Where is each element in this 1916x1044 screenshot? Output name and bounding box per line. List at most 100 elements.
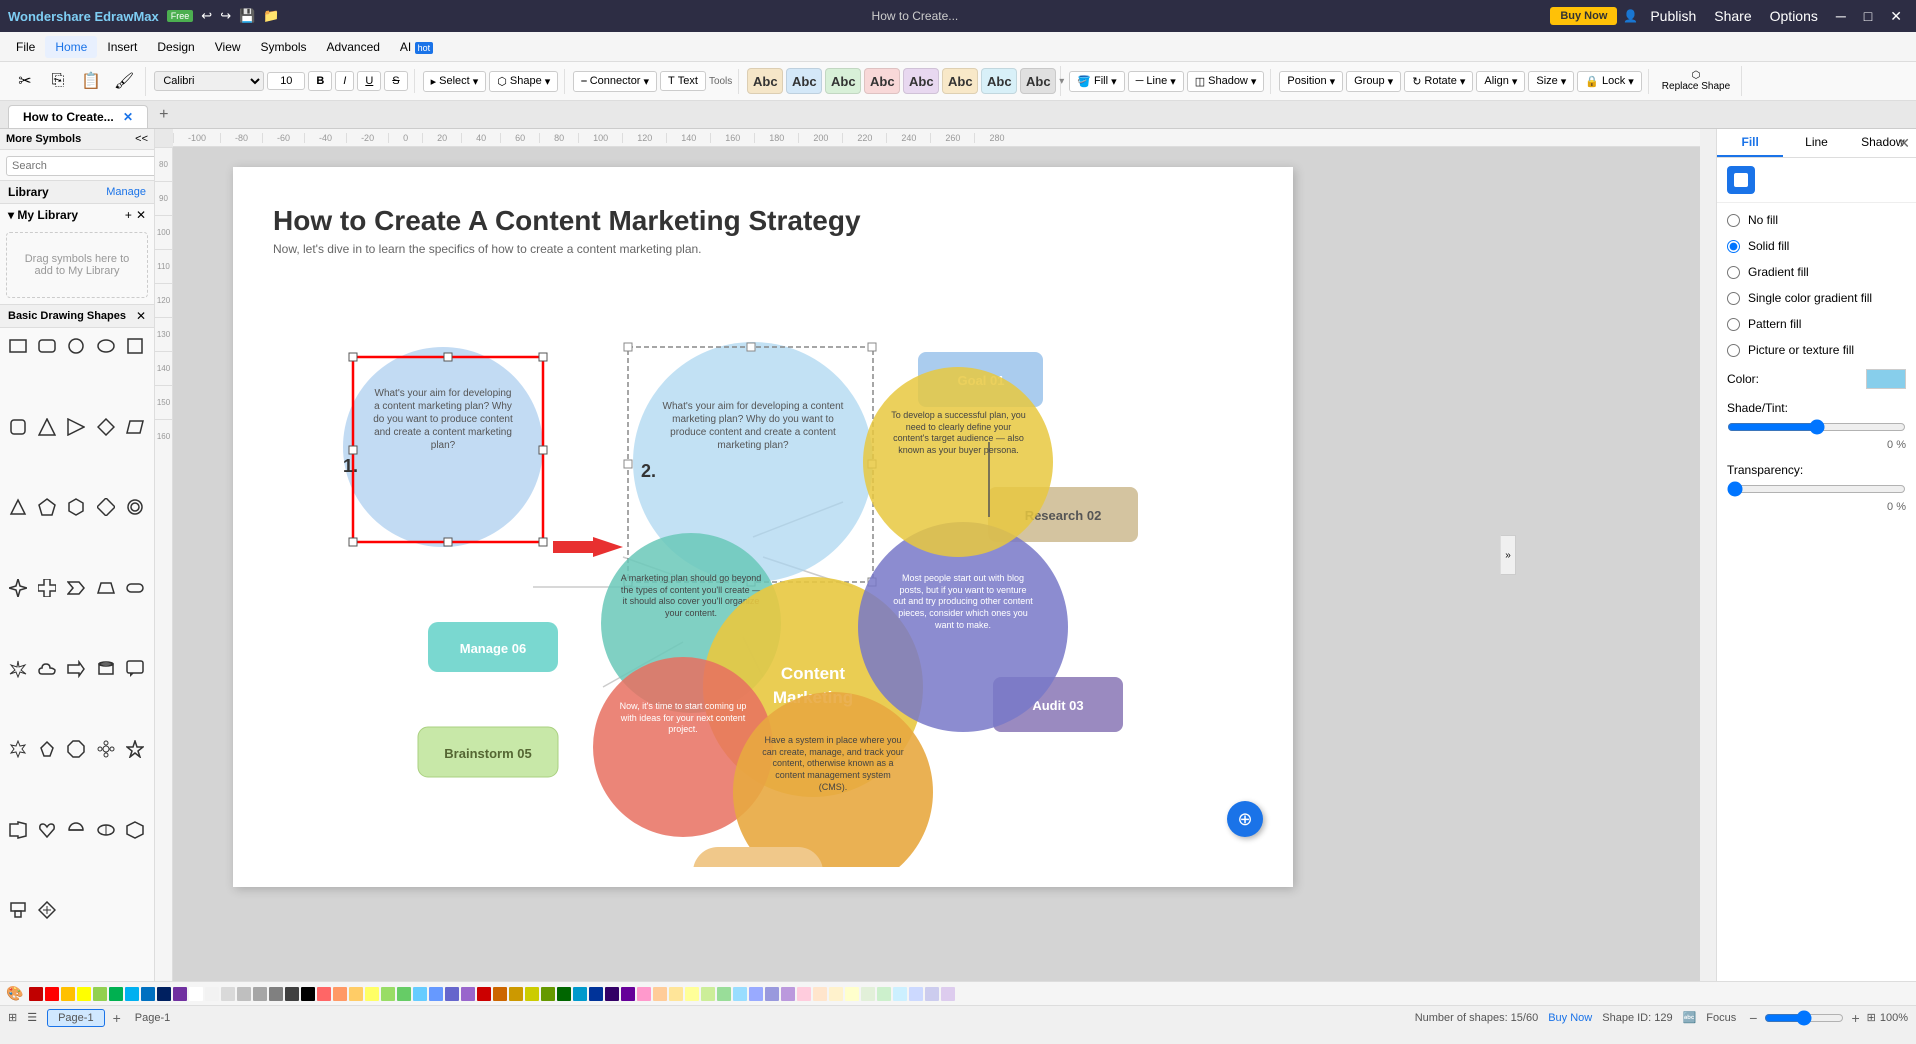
color-swatch[interactable] xyxy=(237,987,251,1001)
shape-triangle-right[interactable] xyxy=(64,415,88,439)
shape-more2[interactable] xyxy=(123,818,147,842)
shape-arrow-right[interactable] xyxy=(64,657,88,681)
position-button[interactable]: Position▾ xyxy=(1279,71,1343,92)
color-swatch[interactable] xyxy=(765,987,779,1001)
color-swatch[interactable] xyxy=(173,987,187,1001)
shape-star6[interactable] xyxy=(6,737,30,761)
canvas[interactable]: How to Create A Content Marketing Strate… xyxy=(173,147,1700,981)
color-swatch[interactable] xyxy=(797,987,811,1001)
color-swatch[interactable] xyxy=(509,987,523,1001)
color-swatch[interactable] xyxy=(205,987,219,1001)
color-picker[interactable] xyxy=(1866,369,1906,389)
style-swatch-6[interactable]: Abc xyxy=(942,68,978,94)
shape-more1[interactable] xyxy=(94,818,118,842)
tab-close-icon[interactable]: ✕ xyxy=(123,110,133,124)
color-swatch[interactable] xyxy=(157,987,171,1001)
color-picker-icon[interactable]: 🎨 xyxy=(6,985,23,1002)
color-swatch[interactable] xyxy=(525,987,539,1001)
shape-square[interactable] xyxy=(123,334,147,358)
color-swatch[interactable] xyxy=(941,987,955,1001)
color-swatch[interactable] xyxy=(733,987,747,1001)
no-fill-radio[interactable] xyxy=(1727,214,1740,227)
color-swatch[interactable] xyxy=(541,987,555,1001)
shape-bottom-row2[interactable] xyxy=(35,898,59,922)
picture-fill-radio[interactable] xyxy=(1727,344,1740,357)
transparency-slider[interactable] xyxy=(1727,481,1906,497)
fill-button[interactable]: 🪣 Fill ▾ xyxy=(1069,71,1124,92)
float-action-button[interactable]: ⊕ xyxy=(1227,801,1263,837)
select-button[interactable]: ▸ Select ▾ xyxy=(423,71,487,92)
shape-hexagon[interactable] xyxy=(64,495,88,519)
buy-now-status-link[interactable]: Buy Now xyxy=(1548,1012,1592,1024)
color-swatch[interactable] xyxy=(365,987,379,1001)
color-swatch[interactable] xyxy=(397,987,411,1001)
style-swatch-1[interactable]: Abc xyxy=(747,68,783,94)
color-swatch[interactable] xyxy=(45,987,59,1001)
color-swatch[interactable] xyxy=(925,987,939,1001)
color-swatch[interactable] xyxy=(301,987,315,1001)
color-swatch[interactable] xyxy=(637,987,651,1001)
toggle-panel-icon[interactable]: ⊞ xyxy=(8,1011,17,1024)
manage-link[interactable]: Manage xyxy=(106,186,146,198)
replace-shape-button[interactable]: ⬡ Replace Shape xyxy=(1657,68,1735,94)
shape-cloud[interactable] xyxy=(35,657,59,681)
color-swatch[interactable] xyxy=(669,987,683,1001)
menu-symbols[interactable]: Symbols xyxy=(251,36,317,58)
redo-btn[interactable]: ↪ xyxy=(220,8,231,24)
shape-circle[interactable] xyxy=(64,334,88,358)
shape-half-circle[interactable] xyxy=(64,818,88,842)
menu-advanced[interactable]: Advanced xyxy=(317,36,390,58)
style-swatch-4[interactable]: Abc xyxy=(864,68,900,94)
color-swatch[interactable] xyxy=(413,987,427,1001)
color-swatch[interactable] xyxy=(861,987,875,1001)
color-swatch[interactable] xyxy=(285,987,299,1001)
right-panel-close-icon[interactable]: ✕ xyxy=(1898,135,1910,152)
shape-pentagon2[interactable] xyxy=(35,737,59,761)
spell-icon[interactable]: 🔤 xyxy=(1683,1011,1697,1024)
color-swatch[interactable] xyxy=(877,987,891,1001)
color-swatch[interactable] xyxy=(61,987,75,1001)
shape-flower[interactable] xyxy=(94,737,118,761)
tab-how-to-create[interactable]: How to Create... ✕ xyxy=(8,105,148,128)
color-swatch[interactable] xyxy=(557,987,571,1001)
shape-rounded-rect[interactable] xyxy=(35,334,59,358)
color-swatch[interactable] xyxy=(605,987,619,1001)
focus-mode-button[interactable]: Focus xyxy=(1706,1012,1736,1024)
shape-triangle-up[interactable] xyxy=(35,415,59,439)
shape-star-thin[interactable] xyxy=(6,657,30,681)
color-swatch[interactable] xyxy=(909,987,923,1001)
shape-heart[interactable] xyxy=(35,818,59,842)
color-swatch[interactable] xyxy=(621,987,635,1001)
color-swatch[interactable] xyxy=(221,987,235,1001)
open-btn[interactable]: 📁 xyxy=(263,8,279,24)
color-swatch[interactable] xyxy=(461,987,475,1001)
gradient-fill-option[interactable]: Gradient fill xyxy=(1717,259,1916,285)
shape-triangle-acute[interactable] xyxy=(6,495,30,519)
save-btn[interactable]: 💾 xyxy=(239,8,255,24)
shapes-close-icon[interactable]: ✕ xyxy=(136,309,146,323)
line-button[interactable]: ─ Line ▾ xyxy=(1128,71,1184,92)
shape-cross[interactable] xyxy=(35,576,59,600)
bold-button[interactable]: B xyxy=(308,71,332,91)
paste-button[interactable]: 📋 xyxy=(76,69,106,94)
collapse-panel-icon[interactable]: << xyxy=(135,133,148,145)
color-swatch[interactable] xyxy=(653,987,667,1001)
shape-diamond[interactable] xyxy=(94,415,118,439)
style-swatch-7[interactable]: Abc xyxy=(981,68,1017,94)
page-list-icon[interactable]: ☰ xyxy=(27,1011,37,1024)
color-swatch[interactable] xyxy=(29,987,43,1001)
zoom-slider[interactable] xyxy=(1764,1010,1844,1026)
shade-slider[interactable] xyxy=(1727,419,1906,435)
color-swatch[interactable] xyxy=(813,987,827,1001)
single-gradient-option[interactable]: Single color gradient fill xyxy=(1717,285,1916,311)
style-swatch-3[interactable]: Abc xyxy=(825,68,861,94)
zoom-in-button[interactable]: + xyxy=(1848,1010,1862,1026)
add-tab-button[interactable]: + xyxy=(151,102,176,128)
color-swatch[interactable] xyxy=(381,987,395,1001)
user-avatar[interactable]: 👤 xyxy=(1623,9,1638,23)
shape-diamond-sharp[interactable] xyxy=(94,495,118,519)
style-swatch-2[interactable]: Abc xyxy=(786,68,822,94)
gradient-fill-radio[interactable] xyxy=(1727,266,1740,279)
publish-button[interactable]: Publish xyxy=(1644,6,1702,26)
page-1-tab[interactable]: Page-1 xyxy=(47,1009,104,1027)
